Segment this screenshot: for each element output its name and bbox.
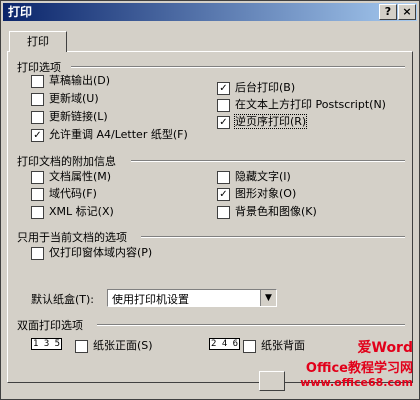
checkbox-box — [75, 339, 88, 353]
checkbox-label: 隐藏文字(I) — [235, 170, 291, 183]
checkbox-box — [217, 98, 230, 112]
divider — [97, 324, 405, 326]
checkbox-label: XML 标记(X) — [49, 205, 114, 218]
hidden-text-checkbox[interactable]: 隐藏文字(I) — [217, 170, 291, 184]
field-codes-checkbox[interactable]: 域代码(F) — [31, 187, 97, 201]
watermark: 爱Word Office教程学习网 www.office68.com — [300, 337, 413, 389]
duplex-back-checkbox[interactable]: 纸张背面 — [243, 339, 305, 353]
current-doc-heading: 只用于当前文档的选项 — [17, 231, 127, 244]
reverse-order-checkbox[interactable]: ✓ 逆页序打印(R) — [217, 114, 308, 129]
print-options-heading: 打印选项 — [17, 61, 61, 74]
checkbox-box — [217, 170, 230, 184]
xml-tags-checkbox[interactable]: XML 标记(X) — [31, 205, 114, 219]
checkbox-label: 纸张正面(S) — [93, 339, 153, 352]
update-fields-checkbox[interactable]: 更新域(U) — [31, 92, 99, 106]
checkbox-label: 后台打印(B) — [235, 81, 296, 94]
postscript-over-text-checkbox[interactable]: 在文本上方打印 Postscript(N) — [217, 98, 386, 112]
checkbox-box — [31, 92, 44, 106]
checkbox-box — [31, 110, 44, 124]
tray-value: 使用打印机设置 — [112, 293, 189, 306]
checkbox-box — [31, 170, 44, 184]
watermark-brand: 爱Word — [357, 340, 414, 356]
dialog-title: 打印 — [8, 5, 33, 19]
checkbox-label: 在文本上方打印 Postscript(N) — [235, 98, 386, 111]
update-links-checkbox[interactable]: 更新链接(L) — [31, 110, 108, 124]
checkbox-box — [217, 205, 230, 219]
checkbox-label: 仅打印窗体域内容(P) — [49, 246, 153, 259]
duplex-heading: 双面打印选项 — [17, 319, 83, 332]
tray-label: 默认纸盒(T): — [31, 293, 95, 306]
drawing-objects-checkbox[interactable]: ✓ 图形对象(O) — [217, 187, 296, 201]
background-colors-checkbox[interactable]: 背景色和图像(K) — [217, 205, 317, 219]
checkbox-box — [31, 246, 44, 260]
draft-output-checkbox[interactable]: 草稿输出(D) — [31, 74, 110, 88]
divider — [131, 160, 405, 162]
watermark-url: www.office68.com — [300, 376, 413, 389]
checkbox-label: 文档属性(M) — [49, 170, 112, 183]
checkbox-box — [31, 205, 44, 219]
checkbox-label: 域代码(F) — [49, 187, 97, 200]
checkbox-label: 图形对象(O) — [235, 187, 297, 200]
checkbox-label: 背景色和图像(K) — [235, 205, 317, 218]
tab-print[interactable]: 打印 — [9, 31, 67, 52]
background-printing-checkbox[interactable]: ✓ 后台打印(B) — [217, 81, 295, 95]
form-data-only-checkbox[interactable]: 仅打印窗体域内容(P) — [31, 246, 152, 260]
checkbox-box — [31, 187, 44, 201]
resize-a4-letter-checkbox[interactable]: ✓ 允许重调 A4/Letter 纸型(F) — [31, 128, 188, 142]
divider — [141, 236, 405, 238]
duplex-front-checkbox[interactable]: 纸张正面(S) — [75, 339, 153, 353]
back-pages-icon: 2 4 6 — [209, 338, 241, 350]
checkbox-label: 更新域(U) — [49, 92, 99, 105]
checkbox-box: ✓ — [217, 115, 230, 129]
checkbox-label: 逆页序打印(R) — [233, 114, 308, 129]
checkbox-box: ✓ — [31, 128, 44, 142]
help-button[interactable]: ? — [379, 4, 397, 20]
document-properties-checkbox[interactable]: 文档属性(M) — [31, 170, 111, 184]
checkbox-box: ✓ — [217, 81, 230, 95]
checkbox-label: 允许重调 A4/Letter 纸型(F) — [49, 128, 188, 141]
checkbox-box: ✓ — [217, 187, 230, 201]
checkbox-label: 更新链接(L) — [49, 110, 108, 123]
watermark-site-name: Office教程学习网 — [305, 361, 413, 376]
checkbox-label: 纸张背面 — [261, 339, 305, 352]
close-button[interactable]: × — [398, 4, 416, 20]
chevron-down-icon[interactable]: ▼ — [260, 290, 276, 306]
extra-info-heading: 打印文档的附加信息 — [17, 155, 116, 168]
checkbox-box — [243, 339, 256, 353]
front-pages-icon: 1 3 5 — [31, 338, 63, 350]
checkbox-box — [31, 74, 44, 88]
title-bar: 打印 ? × — [3, 3, 417, 21]
tray-select[interactable]: 使用打印机设置 ▼ — [107, 289, 277, 307]
divider — [71, 66, 405, 68]
ok-button[interactable] — [259, 371, 285, 391]
print-dialog: 打印 ? × 打印 打印选项 草稿输出(D) 更新域(U) 更新链接(L) ✓ 允… — [0, 0, 420, 400]
checkbox-label: 草稿输出(D) — [49, 74, 111, 87]
